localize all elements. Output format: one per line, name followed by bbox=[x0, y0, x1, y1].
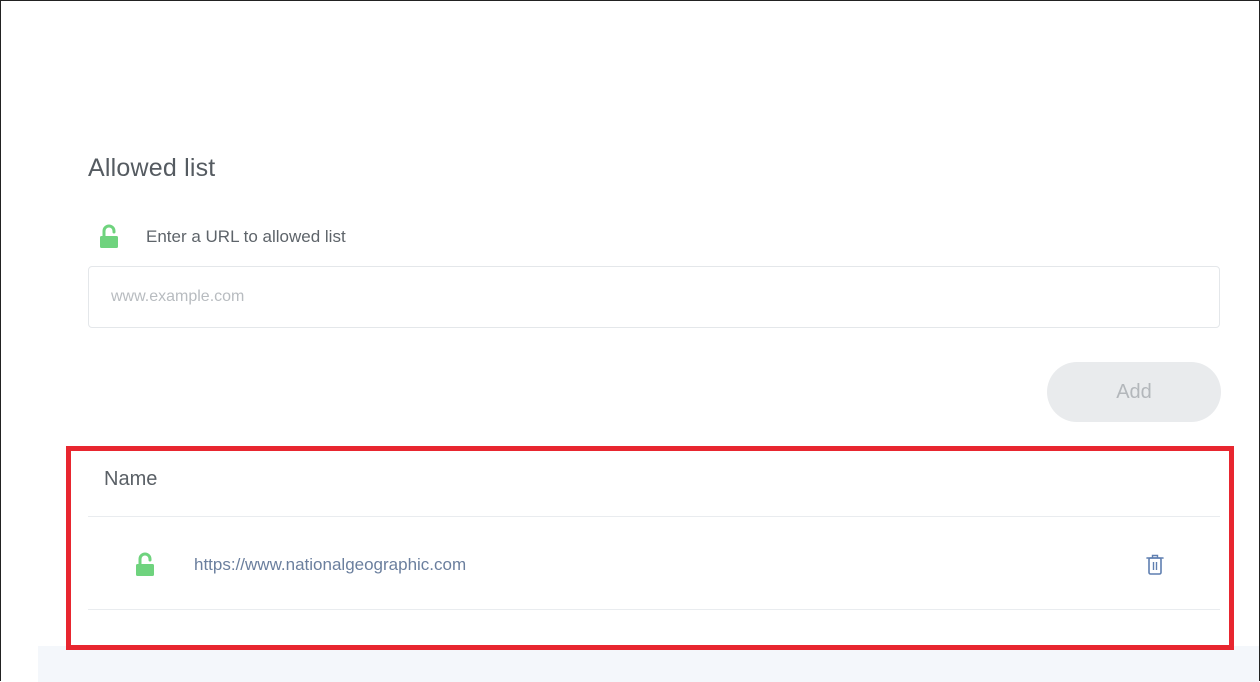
hint-text: Enter a URL to allowed list bbox=[146, 227, 346, 246]
list-item: https://www.nationalgeographic.com bbox=[88, 518, 1220, 610]
hint-row: Enter a URL to allowed list bbox=[98, 224, 346, 250]
unlock-icon bbox=[98, 224, 120, 250]
trash-icon[interactable] bbox=[1144, 552, 1166, 578]
url-input[interactable] bbox=[88, 266, 1220, 328]
section-title: Allowed list bbox=[88, 154, 216, 182]
row-divider bbox=[88, 609, 1220, 610]
unlock-icon bbox=[134, 552, 156, 578]
allowed-url-link[interactable]: https://www.nationalgeographic.com bbox=[194, 555, 466, 575]
header-divider bbox=[88, 516, 1220, 517]
add-button[interactable]: Add bbox=[1047, 362, 1221, 422]
column-header-name: Name bbox=[104, 468, 158, 490]
footer-strip bbox=[38, 646, 1259, 682]
